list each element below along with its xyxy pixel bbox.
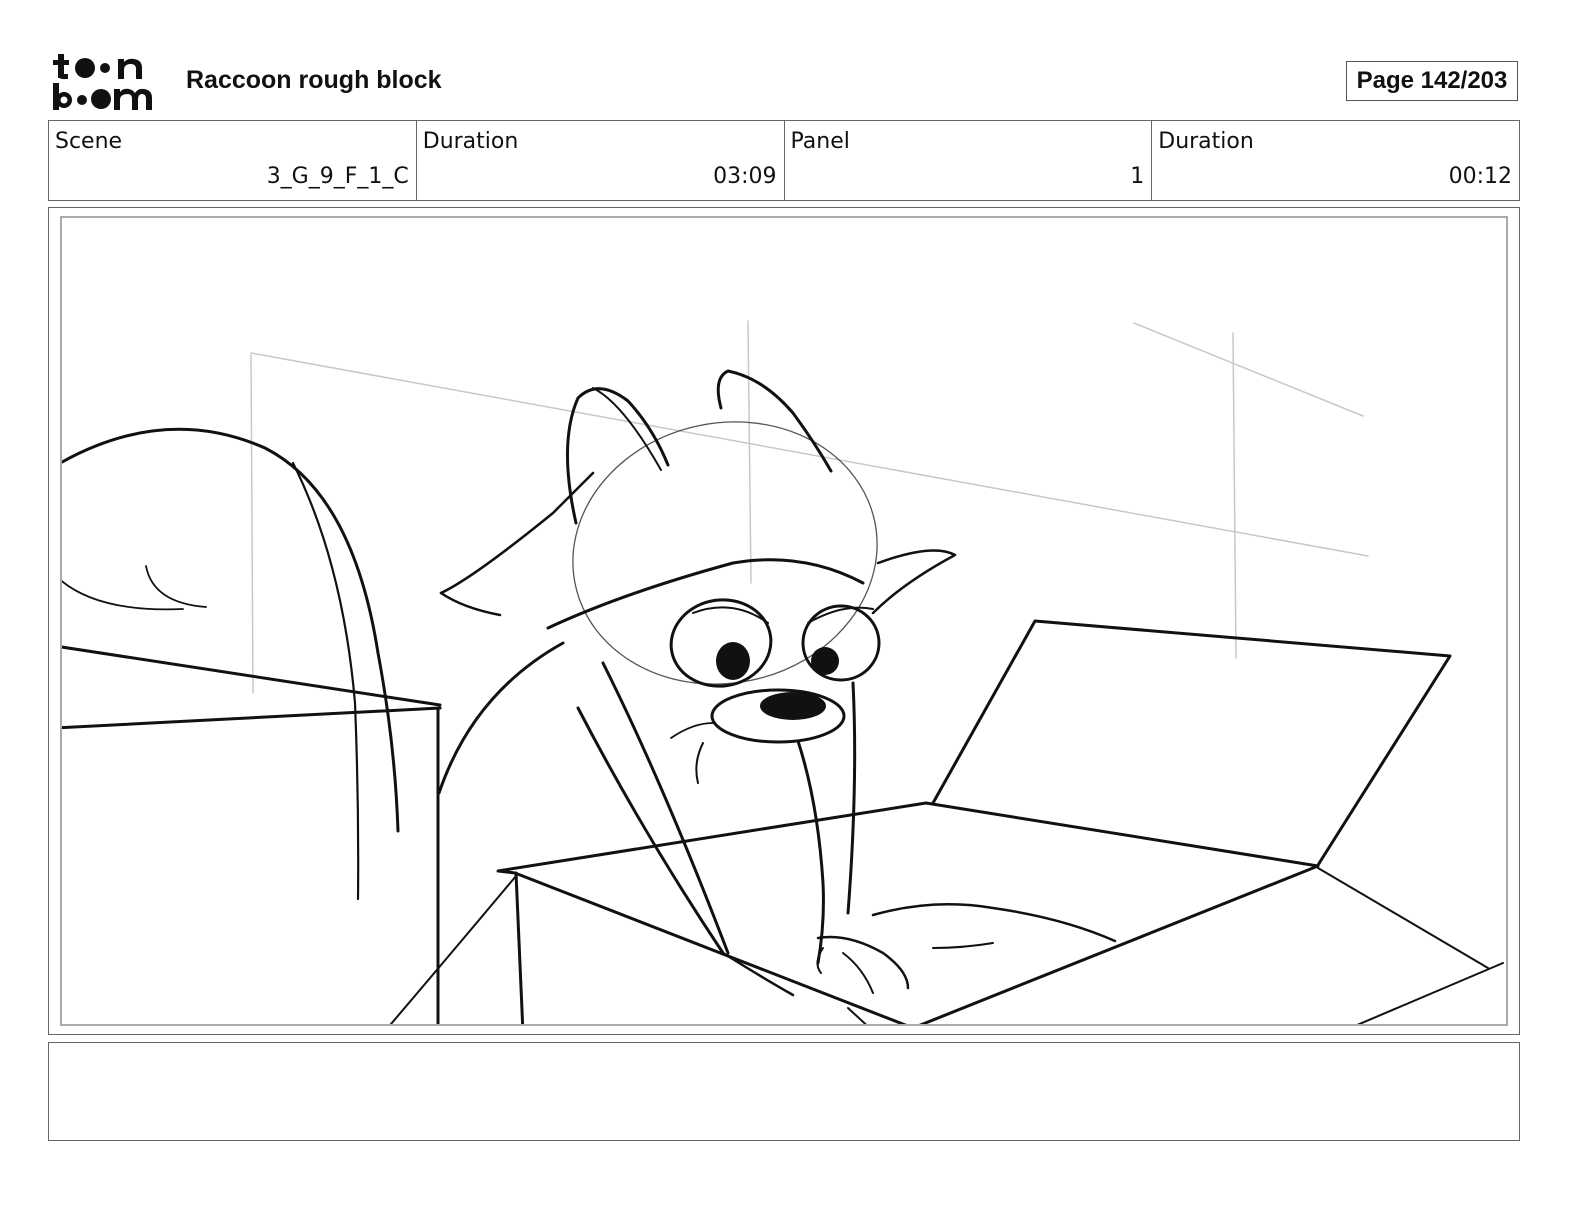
scene-info-table: Scene 3_G_9_F_1_C Duration 03:09 Panel 1… <box>48 120 1520 201</box>
page-indicator: Page 142/203 <box>1346 61 1518 101</box>
panel-value: 1 <box>1130 164 1145 189</box>
panel-duration-cell: Duration 00:12 <box>1152 121 1519 200</box>
document-title: Raccoon rough block <box>186 66 442 94</box>
scene-duration-label: Duration <box>422 129 519 154</box>
panel-duration-value: 00:12 <box>1448 164 1512 189</box>
panel-cell: Panel 1 <box>785 121 1153 200</box>
scene-value: 3_G_9_F_1_C <box>266 164 409 189</box>
scene-label: Scene <box>55 129 123 154</box>
panel-frame <box>48 207 1520 1035</box>
panel-image <box>60 216 1508 1026</box>
panel-notes-box <box>48 1042 1520 1141</box>
scene-cell: Scene 3_G_9_F_1_C <box>49 121 417 200</box>
panel-duration-label: Duration <box>1158 129 1254 154</box>
panel-label: Panel <box>790 129 850 154</box>
toon-boom-logo <box>52 52 164 112</box>
raccoon-sketch-drawing <box>62 320 1504 1024</box>
scene-duration-value: 03:09 <box>713 164 777 189</box>
scene-duration-cell: Duration 03:09 <box>417 121 785 200</box>
